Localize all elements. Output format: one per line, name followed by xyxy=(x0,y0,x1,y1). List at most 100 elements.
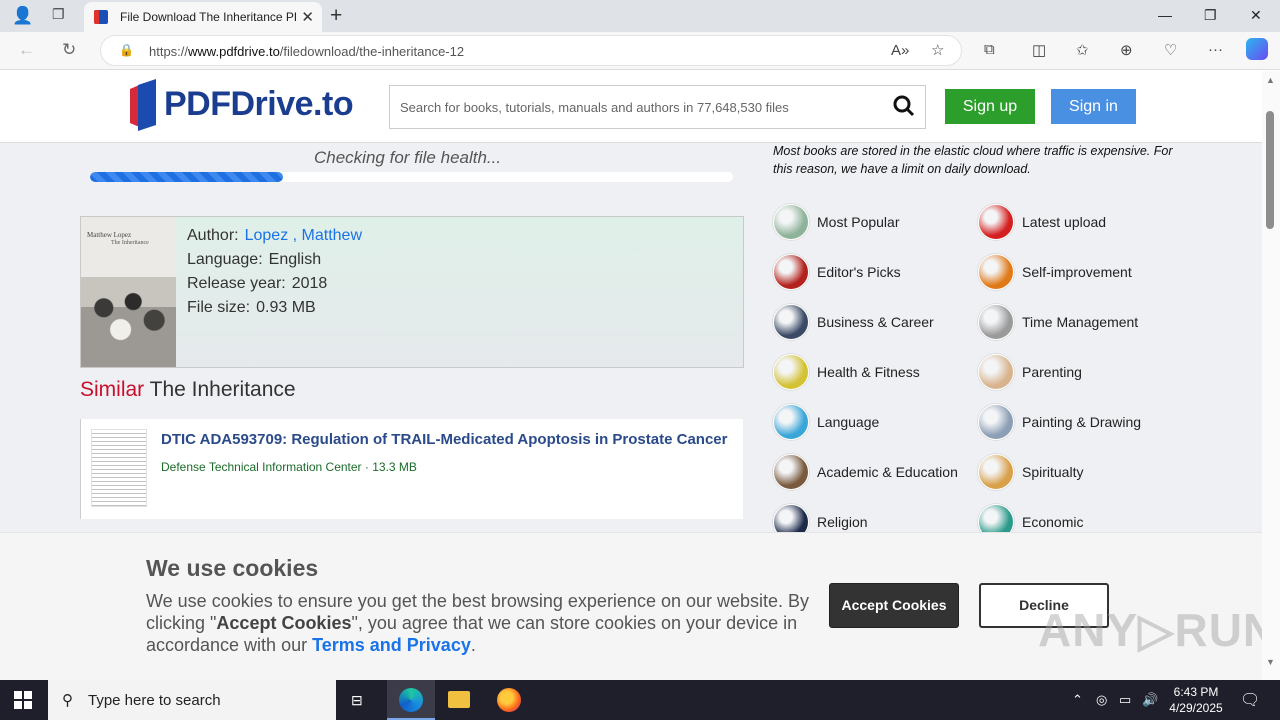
back-icon[interactable]: ← xyxy=(18,40,35,60)
category-label: Language xyxy=(817,414,880,430)
category-label: Self-improvement xyxy=(1022,264,1132,280)
file-size-row: File size: 0.93 MB xyxy=(187,299,316,316)
category-label: Business & Career xyxy=(817,314,934,330)
taskbar-search-placeholder: Type here to search xyxy=(88,692,221,709)
tab-title: File Download The Inheritance PDF xyxy=(120,10,296,24)
category-icon xyxy=(978,354,1014,390)
category-label: Painting & Drawing xyxy=(1022,414,1142,430)
language-row: Language: English xyxy=(187,251,322,268)
sign-up-button[interactable]: Sign up xyxy=(945,89,1035,124)
book-cover[interactable]: Matthew Lopez The Inheritance xyxy=(81,217,176,367)
category-label: Editor's Picks xyxy=(817,264,901,280)
show-hidden-icons-icon[interactable]: ⌃ xyxy=(1072,692,1083,708)
new-tab-icon[interactable]: + xyxy=(330,4,342,28)
clock-time: 6:43 PM xyxy=(1173,685,1219,699)
result-title-link[interactable]: DTIC ADA593709: Regulation of TRAIL-Medi… xyxy=(161,431,736,448)
cover-photo xyxy=(87,283,171,345)
url-text: https://www.pdfdrive.to/filedownload/the… xyxy=(149,44,465,59)
favorites-icon[interactable]: ✩ xyxy=(1076,41,1089,59)
cover-title: The Inheritance xyxy=(111,240,149,246)
settings-more-icon[interactable]: ··· xyxy=(1208,41,1223,58)
category-icon xyxy=(978,254,1014,290)
minimize-icon[interactable]: — xyxy=(1158,7,1172,23)
volume-icon[interactable]: 🔊 xyxy=(1142,692,1158,708)
accept-cookies-button[interactable]: Accept Cookies xyxy=(829,583,959,628)
cookie-heading: We use cookies xyxy=(146,555,319,581)
download-limit-note: Most books are stored in the elastic clo… xyxy=(773,144,1173,176)
category-icon xyxy=(773,404,809,440)
split-screen-icon[interactable]: ◫ xyxy=(1032,41,1046,59)
profile-icon[interactable]: 👤 xyxy=(12,6,33,26)
cookie-text: We use cookies to ensure you get the bes… xyxy=(146,591,810,655)
page-viewport: PDFDrive.to Search for books, tutorials,… xyxy=(0,71,1262,680)
address-toolbar: ← ↻ 🔒 https://www.pdfdrive.to/filedownlo… xyxy=(0,32,1280,70)
system-clock[interactable]: 6:43 PM 4/29/2025 xyxy=(1166,684,1226,716)
network-icon[interactable]: ▭ xyxy=(1119,692,1131,708)
site-search-input[interactable]: Search for books, tutorials, manuals and… xyxy=(389,85,926,129)
result-thumbnail[interactable] xyxy=(91,429,147,507)
page-scrollbar[interactable]: ▲ ▼ xyxy=(1262,71,1280,680)
task-view-icon[interactable]: ⊟ xyxy=(336,680,384,720)
scroll-down-icon[interactable]: ▼ xyxy=(1266,657,1275,667)
sign-in-button[interactable]: Sign in xyxy=(1051,89,1136,124)
category-label: Spiritualty xyxy=(1022,464,1084,480)
similar-result-item[interactable]: DTIC ADA593709: Regulation of TRAIL-Medi… xyxy=(80,419,743,519)
category-icon xyxy=(773,204,809,240)
collections-icon[interactable]: ⊕ xyxy=(1120,41,1133,59)
taskbar-search-input[interactable]: ⚲ Type here to search xyxy=(48,680,336,720)
category-label: Economic xyxy=(1022,514,1084,530)
category-icon xyxy=(773,304,809,340)
cover-author: Matthew Lopez xyxy=(87,231,132,239)
similar-heading: Similar The Inheritance xyxy=(80,378,296,401)
file-health-status: Checking for file health... xyxy=(314,148,502,167)
site-header: PDFDrive.to Search for books, tutorials,… xyxy=(0,71,1262,143)
category-label: Most Popular xyxy=(817,214,900,230)
restore-icon[interactable]: ❐ xyxy=(1204,7,1217,24)
category-label: Latest upload xyxy=(1022,214,1107,230)
windows-start-icon[interactable] xyxy=(14,691,32,709)
author-row: Author: Lopez , Matthew xyxy=(187,227,362,244)
scrollbar-thumb[interactable] xyxy=(1266,111,1274,229)
category-label: Health & Fitness xyxy=(817,364,920,380)
pdfdrive-logo-icon[interactable] xyxy=(130,79,156,131)
read-aloud-icon[interactable]: A» xyxy=(891,42,909,59)
search-icon[interactable] xyxy=(893,95,915,117)
copilot-icon[interactable] xyxy=(1246,38,1268,60)
tab-actions-icon[interactable]: ❐ xyxy=(52,6,65,23)
browser-tab-bar: 👤 ❐ File Download The Inheritance PDF ✕ … xyxy=(0,0,1280,32)
meet-now-icon[interactable]: ◎ xyxy=(1096,692,1107,708)
site-logo[interactable]: PDFDrive.to xyxy=(164,85,354,124)
file-explorer-icon[interactable] xyxy=(435,680,483,720)
close-window-icon[interactable]: ✕ xyxy=(1250,7,1262,24)
scroll-up-icon[interactable]: ▲ xyxy=(1266,75,1275,85)
refresh-icon[interactable]: ↻ xyxy=(62,40,76,60)
extensions-icon[interactable]: ⧉ xyxy=(984,41,995,58)
author-lastname-link[interactable]: Lopez xyxy=(245,227,289,244)
active-tab[interactable]: File Download The Inheritance PDF ✕ xyxy=(84,2,322,32)
edge-taskbar-icon[interactable] xyxy=(387,680,435,720)
author-firstname-link[interactable]: , Matthew xyxy=(293,227,362,244)
browser-essentials-icon[interactable]: ♡ xyxy=(1164,41,1177,59)
firefox-taskbar-icon[interactable] xyxy=(485,680,533,720)
taskbar-search-icon: ⚲ xyxy=(62,692,73,709)
category-label: Academic & Education xyxy=(817,464,958,480)
book-info-card: Matthew Lopez The Inheritance Author: Lop… xyxy=(80,216,744,368)
category-icon xyxy=(978,454,1014,490)
category-icon xyxy=(773,254,809,290)
url-field[interactable]: 🔒 https://www.pdfdrive.to/filedownload/t… xyxy=(100,35,962,66)
favorite-star-icon[interactable]: ☆ xyxy=(931,41,944,59)
cookie-banner: We use cookies We use cookies to ensure … xyxy=(0,532,1262,680)
anyrun-watermark: ANY▷RUN xyxy=(1038,604,1262,656)
clock-date: 4/29/2025 xyxy=(1169,701,1223,715)
category-icon xyxy=(978,404,1014,440)
notifications-icon[interactable]: 🗨 xyxy=(1240,690,1260,710)
category-icon xyxy=(773,454,809,490)
release-year-row: Release year: 2018 xyxy=(187,275,328,292)
terms-privacy-link[interactable]: Terms and Privacy xyxy=(312,635,471,655)
search-placeholder: Search for books, tutorials, manuals and… xyxy=(400,100,789,115)
close-tab-icon[interactable]: ✕ xyxy=(301,8,314,26)
category-label: Time Management xyxy=(1022,314,1139,330)
category-icon xyxy=(773,354,809,390)
category-label: Parenting xyxy=(1022,364,1082,380)
pdfdrive-favicon-icon xyxy=(94,10,108,24)
